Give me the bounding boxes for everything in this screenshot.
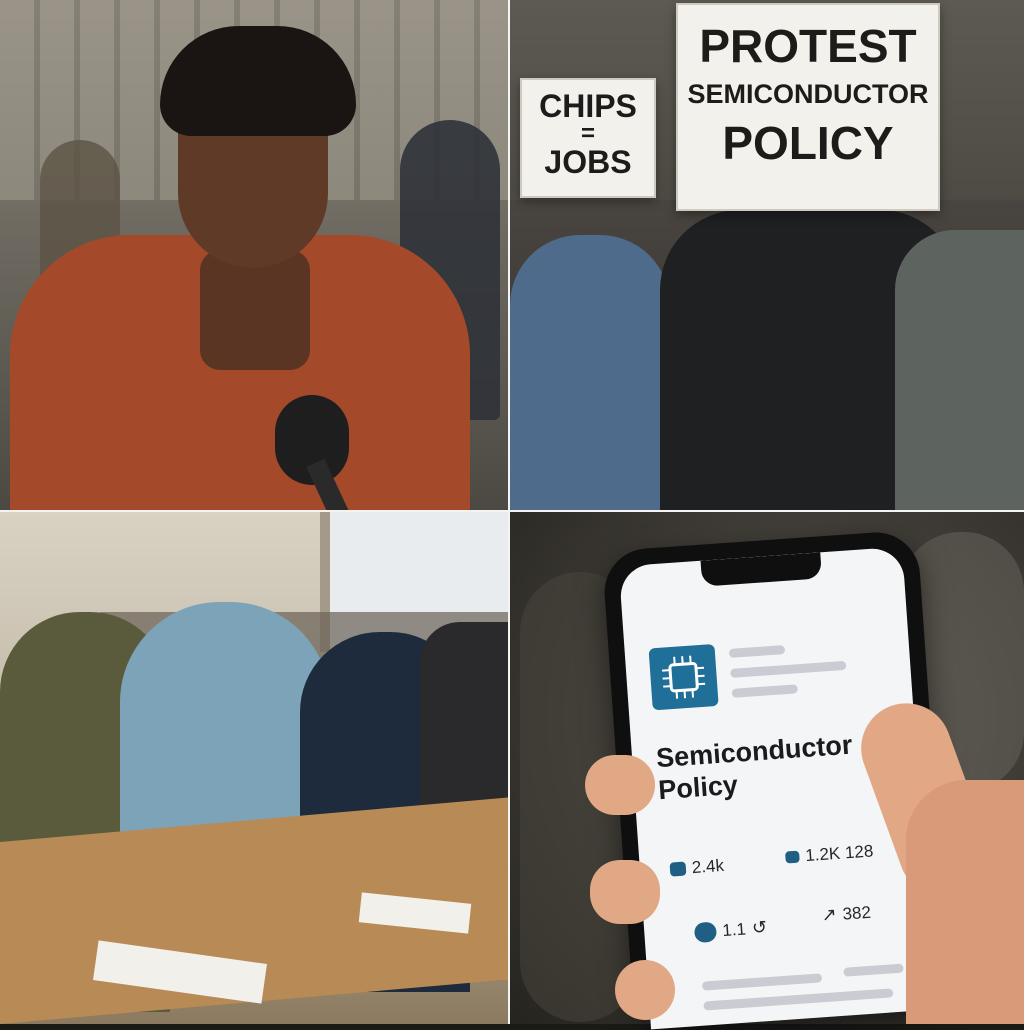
likes-count: 2.4k xyxy=(691,855,725,878)
interview-photo xyxy=(0,0,508,510)
placeholder-line xyxy=(701,973,823,991)
finger xyxy=(585,755,655,815)
palm xyxy=(906,780,1024,1024)
likes-stat[interactable]: 2.4k xyxy=(669,855,725,880)
sign-line: JOBS xyxy=(544,144,632,180)
finger xyxy=(590,860,660,924)
thumbs-up-icon xyxy=(669,861,687,877)
comments-stat[interactable]: 1.2K 128 xyxy=(785,841,874,867)
post-title: Semiconductor Policy xyxy=(655,729,856,807)
sign-line: CHIPS xyxy=(539,88,637,124)
sign-line: SEMICONDUCTOR xyxy=(687,79,929,109)
sign-line: POLICY xyxy=(722,117,894,169)
sign-line: = xyxy=(580,120,595,147)
placeholder-line xyxy=(703,988,894,1011)
placeholder-line xyxy=(843,963,904,977)
divider-horizontal xyxy=(0,510,1024,512)
placeholder-line xyxy=(731,684,799,698)
protester-right xyxy=(895,230,1024,510)
comment-icon xyxy=(785,850,800,864)
message-icon xyxy=(693,921,718,943)
placeholder-line xyxy=(730,660,847,678)
shares-stat[interactable]: 1.1 ↺ xyxy=(693,917,768,943)
finger xyxy=(615,960,675,1020)
chip-icon xyxy=(648,643,719,711)
repost-icon: ↺ xyxy=(751,917,768,939)
protest-photo: CHIPS = JOBS PROTEST SEMICONDUCTOR POLIC… xyxy=(510,0,1024,510)
divider-vertical xyxy=(508,0,510,1024)
shares-count: 1.1 xyxy=(721,918,747,940)
placeholder-line xyxy=(728,645,786,658)
protester-woman xyxy=(510,235,670,510)
comments-count: 1.2K 128 xyxy=(804,841,874,866)
sign-chips-jobs: CHIPS = JOBS xyxy=(520,78,656,198)
trend-stat[interactable]: ↗ 382 xyxy=(821,902,872,926)
woman-hair xyxy=(160,26,356,136)
woman-neck xyxy=(200,250,310,370)
phone-notch xyxy=(700,552,823,587)
trend-count: 382 xyxy=(841,902,872,924)
sign-line: PROTEST xyxy=(699,20,917,72)
sign-protest-policy: PROTEST SEMICONDUCTOR POLICY xyxy=(676,3,940,211)
trend-icon: ↗ xyxy=(820,904,838,926)
meeting-photo xyxy=(0,512,508,1024)
